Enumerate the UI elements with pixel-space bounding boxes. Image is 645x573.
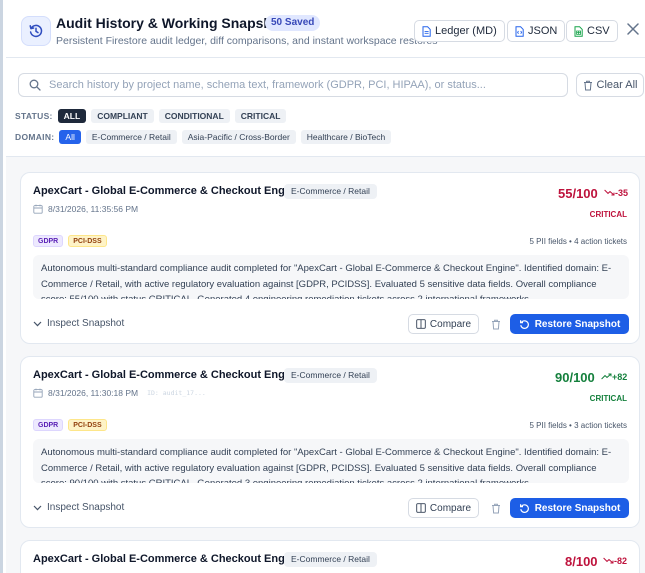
score-delta-value: -82: [614, 556, 628, 566]
domain-chip-ecommerce[interactable]: E-Commerce / Retail: [85, 130, 177, 144]
score-delta: -82: [603, 556, 627, 566]
search-input[interactable]: [49, 79, 549, 91]
calendar-icon: [33, 204, 43, 214]
snapshot-card: ApexCart - Global E-Commerce & Checkout …: [20, 172, 640, 344]
split-view-icon: [416, 503, 426, 513]
clear-all-button[interactable]: Clear All: [576, 73, 644, 97]
restore-icon: [519, 503, 530, 514]
compare-label: Compare: [429, 502, 472, 514]
restore-icon: [519, 319, 530, 330]
restore-snapshot-label: Restore Snapshot: [534, 502, 621, 514]
domain-chip-all[interactable]: All: [59, 130, 81, 144]
restore-snapshot-button[interactable]: Restore Snapshot: [510, 314, 629, 334]
status-chip-all[interactable]: ALL: [57, 109, 87, 123]
history-icon: [21, 16, 51, 46]
score-delta: -35: [604, 188, 628, 198]
framework-tag-pci-dss: PCI-DSS: [68, 235, 107, 247]
close-icon[interactable]: [624, 20, 642, 40]
inspect-snapshot-toggle[interactable]: Inspect Snapshot: [33, 502, 124, 513]
spreadsheet-icon: [574, 25, 583, 37]
page-title: Audit History & Working Snapshots: [56, 15, 293, 31]
trend-up-icon: [601, 373, 612, 380]
framework-tags: GDPR PCI-DSS: [33, 235, 107, 247]
audit-history-panel: Audit History & Working Snapshots 50 Sav…: [0, 0, 645, 573]
snapshot-card: ApexCart - Global E-Commerce & Checkout …: [20, 356, 640, 528]
export-ledger-md-label: Ledger (MD): [435, 25, 497, 37]
snapshot-date: 8/31/2026, 11:30:18 PM ID: audit_17...: [33, 388, 206, 398]
status-chip-conditional[interactable]: CONDITIONAL: [158, 109, 230, 123]
status-chip-compliant[interactable]: COMPLIANT: [91, 109, 154, 123]
inspect-snapshot-label: Inspect Snapshot: [47, 502, 125, 513]
search-icon: [29, 79, 41, 91]
snapshot-id: ID: audit_17...: [147, 389, 206, 397]
export-json-button[interactable]: JSON: [507, 20, 566, 42]
inspect-snapshot-toggle[interactable]: Inspect Snapshot: [33, 318, 124, 329]
export-ledger-md-button[interactable]: Ledger (MD): [414, 20, 505, 42]
domain-filter-row: DOMAIN: All E-Commerce / Retail Asia-Pac…: [15, 130, 392, 144]
compare-button[interactable]: Compare: [408, 498, 479, 518]
compliance-score: 90/100: [555, 370, 595, 385]
trash-icon[interactable]: [489, 316, 503, 332]
chevron-down-icon: [33, 321, 42, 327]
split-view-icon: [416, 319, 426, 329]
restore-snapshot-button[interactable]: Restore Snapshot: [510, 498, 629, 518]
page-subtitle: Persistent Firestore audit ledger, diff …: [56, 35, 438, 47]
snapshot-title: ApexCart - Global E-Commerce & Checkout …: [33, 185, 301, 197]
status-label: CRITICAL: [589, 210, 627, 219]
status-filter-label: STATUS:: [15, 111, 53, 121]
status-label: CRITICAL: [589, 394, 627, 403]
field-ticket-counts: 5 PII fields • 3 action tickets: [529, 421, 627, 430]
framework-tag-pci-dss: PCI-DSS: [68, 419, 107, 431]
score-delta-value: -35: [615, 188, 629, 198]
framework-tags: GDPR PCI-DSS: [33, 419, 107, 431]
score-delta-value: +82: [612, 372, 628, 382]
status-chip-critical[interactable]: CRITICAL: [234, 109, 287, 123]
json-file-icon: [515, 25, 524, 37]
document-icon: [422, 25, 431, 37]
inspect-snapshot-label: Inspect Snapshot: [47, 318, 125, 329]
domain-chip-asia-pacific[interactable]: Asia-Pacific / Cross-Border: [181, 130, 296, 144]
search-box: [18, 73, 568, 97]
domain-badge: E-Commerce / Retail: [284, 368, 377, 383]
chevron-down-icon: [33, 505, 42, 511]
trash-icon: [583, 80, 593, 91]
export-csv-button[interactable]: CSV: [566, 20, 618, 42]
domain-filter-label: DOMAIN:: [15, 132, 55, 142]
domain-badge: E-Commerce / Retail: [284, 552, 377, 567]
trash-icon[interactable]: [489, 500, 503, 516]
compare-label: Compare: [429, 318, 472, 330]
domain-badge: E-Commerce / Retail: [284, 184, 377, 199]
field-ticket-counts: 5 PII fields • 4 action tickets: [529, 237, 627, 246]
score-delta: +82: [601, 372, 627, 382]
domain-chip-healthcare[interactable]: Healthcare / BioTech: [300, 130, 392, 144]
trend-down-icon: [604, 189, 615, 196]
export-csv-label: CSV: [587, 25, 610, 37]
snapshot-date: 8/31/2026, 11:35:56 PM: [33, 204, 138, 214]
audit-summary: Autonomous multi-standard compliance aud…: [33, 439, 629, 483]
compliance-score: 8/100: [565, 554, 598, 569]
compliance-score: 55/100: [558, 186, 598, 201]
framework-tag-gdpr: GDPR: [33, 235, 64, 247]
snapshot-title: ApexCart - Global E-Commerce & Checkout …: [33, 369, 301, 381]
snapshot-title: ApexCart - Global E-Commerce & Checkout …: [33, 553, 301, 565]
audit-summary: Autonomous multi-standard compliance aud…: [33, 255, 629, 299]
snapshot-date-text: 8/31/2026, 11:35:56 PM: [48, 204, 139, 214]
status-filter-row: STATUS: ALL COMPLIANT CONDITIONAL CRITIC…: [15, 109, 287, 123]
clear-all-label: Clear All: [596, 79, 638, 91]
export-json-label: JSON: [528, 25, 558, 37]
panel-header: Audit History & Working Snapshots 50 Sav…: [6, 0, 645, 58]
saved-count-badge: 50 Saved: [265, 15, 321, 31]
trend-down-icon: [603, 557, 614, 564]
calendar-icon: [33, 388, 43, 398]
snapshot-date-text: 8/31/2026, 11:30:18 PM: [48, 388, 139, 398]
snapshot-card: ApexCart - Global E-Commerce & Checkout …: [20, 540, 640, 573]
restore-snapshot-label: Restore Snapshot: [534, 318, 621, 330]
framework-tag-gdpr: GDPR: [33, 419, 64, 431]
compare-button[interactable]: Compare: [408, 314, 479, 334]
